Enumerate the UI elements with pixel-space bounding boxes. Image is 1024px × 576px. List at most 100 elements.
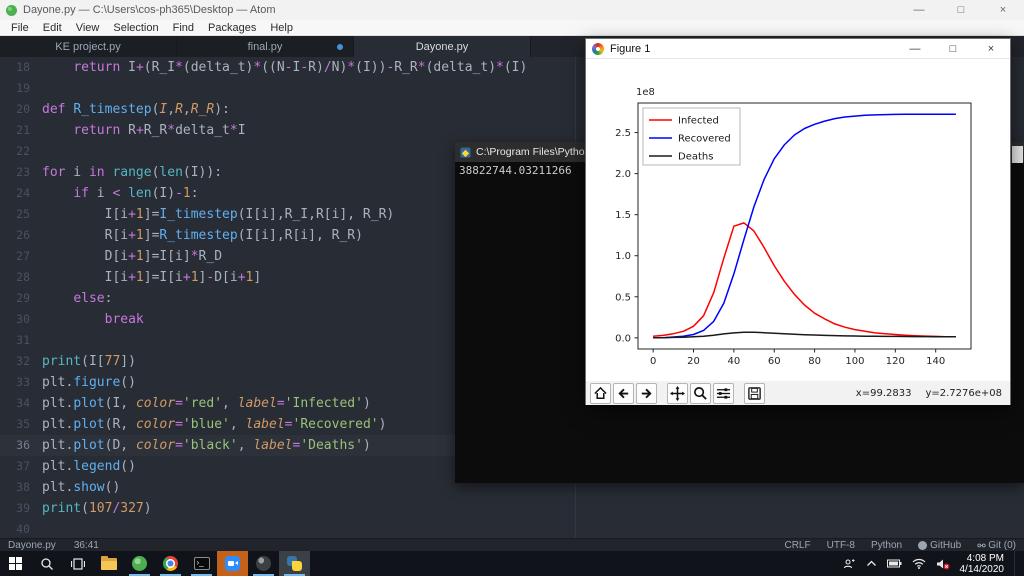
line-number: 33 [0, 372, 30, 393]
console-scrollbar[interactable] [1012, 146, 1023, 163]
code-line-39[interactable]: 39print(107/327) [0, 498, 1024, 519]
status-encoding[interactable]: UTF-8 [827, 540, 855, 551]
line-number: 27 [0, 246, 30, 267]
menu-edit[interactable]: Edit [36, 22, 69, 34]
figure-maximize-button[interactable]: □ [934, 39, 972, 59]
legend-label: Recovered [678, 134, 731, 145]
line-number: 31 [0, 330, 30, 351]
modified-dot-icon [337, 44, 343, 50]
desktop: Dayone.py — C:\Users\cos-ph365\Desktop —… [0, 0, 1024, 576]
file-explorer-button[interactable] [93, 551, 124, 576]
status-grammar[interactable]: Python [871, 540, 902, 551]
taskbar-search-button[interactable] [31, 551, 62, 576]
code-text: R[i+1]=R_timestep(I[i],R[i], R_R) [30, 228, 363, 243]
code-text: return I+(R_I*(delta_t)*((N-I-R)/N)*(I))… [30, 60, 527, 75]
code-text: print(107/327) [30, 501, 152, 516]
menu-help[interactable]: Help [263, 22, 300, 34]
minimize-button[interactable]: — [898, 0, 940, 20]
status-filename[interactable]: Dayone.py [8, 540, 56, 551]
status-line-ending[interactable]: CRLF [784, 540, 810, 551]
code-text: print(I[77]) [30, 354, 136, 369]
menu-packages[interactable]: Packages [201, 22, 263, 34]
y-tick-label: 2.0 [615, 169, 631, 180]
start-button[interactable] [0, 551, 31, 576]
taskbar-clock[interactable]: 4:08 PM 4/14/2020 [960, 553, 1005, 575]
figure-titlebar[interactable]: Figure 1 — □ × [586, 39, 1010, 59]
wifi-icon[interactable] [912, 558, 926, 569]
matplotlib-icon [592, 43, 604, 55]
tab-final[interactable]: final.py [177, 36, 354, 57]
line-number: 23 [0, 162, 30, 183]
close-button[interactable]: × [982, 0, 1024, 20]
status-git[interactable]: Git (0) [977, 540, 1016, 551]
cursor-x-readout: x=99.2833 [856, 388, 912, 399]
back-arrow-icon [616, 386, 631, 401]
python-console-icon [460, 147, 471, 158]
back-button[interactable] [613, 383, 634, 404]
y-tick-label: 0.5 [615, 292, 631, 303]
code-text: plt.legend() [30, 459, 136, 474]
chrome-icon [163, 556, 178, 571]
line-number: 19 [0, 78, 30, 99]
atom-icon [132, 556, 147, 571]
legend-label: Deaths [678, 152, 713, 163]
maximize-button[interactable]: □ [940, 0, 982, 20]
search-icon [40, 557, 54, 571]
system-tray: 4:08 PM 4/14/2020 [843, 551, 1024, 576]
figure-close-button[interactable]: × [972, 39, 1010, 59]
tab-label: final.py [248, 41, 283, 53]
tab-dayone[interactable]: Dayone.py [354, 36, 531, 57]
line-number: 38 [0, 477, 30, 498]
save-button[interactable] [744, 383, 765, 404]
battery-icon[interactable] [887, 559, 902, 568]
taskbar-zoom-button[interactable] [217, 551, 248, 576]
people-icon[interactable] [843, 558, 856, 570]
x-tick-label: 100 [845, 356, 864, 367]
code-text [30, 522, 42, 537]
series-line-infected [653, 223, 956, 337]
code-text: break [30, 312, 144, 327]
pan-button[interactable] [667, 383, 688, 404]
taskbar-media-button[interactable] [248, 551, 279, 576]
status-github[interactable]: GitHub [918, 540, 961, 551]
volume-muted-icon[interactable] [936, 558, 950, 570]
tab-ke-project[interactable]: KE project.py [0, 36, 177, 57]
menu-view[interactable]: View [69, 22, 107, 34]
configure-subplots-button[interactable] [713, 383, 734, 404]
show-desktop-button[interactable] [1014, 551, 1018, 576]
show-hidden-icons-chevron[interactable] [866, 560, 877, 567]
menu-selection[interactable]: Selection [106, 22, 165, 34]
figure-canvas[interactable]: 0204060801001201400.00.51.01.52.02.51e8I… [586, 59, 1010, 381]
atom-window-title: Dayone.py — C:\Users\cos-ph365\Desktop —… [23, 4, 276, 16]
taskbar-atom-button[interactable] [124, 551, 155, 576]
line-number: 37 [0, 456, 30, 477]
status-cursor-position[interactable]: 36:41 [74, 540, 99, 551]
taskbar-python-button[interactable] [279, 551, 310, 576]
code-line-40[interactable]: 40 [0, 519, 1024, 538]
code-text: D[i+1]=I[i]*R_D [30, 249, 222, 264]
atom-titlebar: Dayone.py — C:\Users\cos-ph365\Desktop —… [0, 0, 1024, 20]
figure-title: Figure 1 [610, 43, 650, 55]
line-number: 18 [0, 57, 30, 78]
zoom-button[interactable] [690, 383, 711, 404]
x-tick-label: 80 [808, 356, 821, 367]
menu-find[interactable]: Find [166, 22, 201, 34]
figure-minimize-button[interactable]: — [896, 39, 934, 59]
atom-statusbar: Dayone.py 36:41 CRLF UTF-8 Python GitHub… [0, 538, 1024, 551]
x-tick-label: 140 [926, 356, 945, 367]
task-view-icon [71, 557, 85, 571]
code-text: plt.show() [30, 480, 120, 495]
line-number: 30 [0, 309, 30, 330]
forward-button[interactable] [636, 383, 657, 404]
code-text: def R_timestep(I,R,R_R): [30, 102, 230, 117]
taskbar-terminal-button[interactable] [186, 551, 217, 576]
task-view-button[interactable] [62, 551, 93, 576]
line-number: 28 [0, 267, 30, 288]
code-text: I[i+1]=I_timestep(I[i],R_I,R[i], R_R) [30, 207, 394, 222]
git-branch-icon [977, 541, 986, 550]
menu-file[interactable]: File [4, 22, 36, 34]
plot-svg: 0204060801001201400.00.51.01.52.02.51e8I… [586, 59, 1010, 381]
home-button[interactable] [590, 383, 611, 404]
taskbar-chrome-button[interactable] [155, 551, 186, 576]
x-tick-label: 0 [650, 356, 656, 367]
